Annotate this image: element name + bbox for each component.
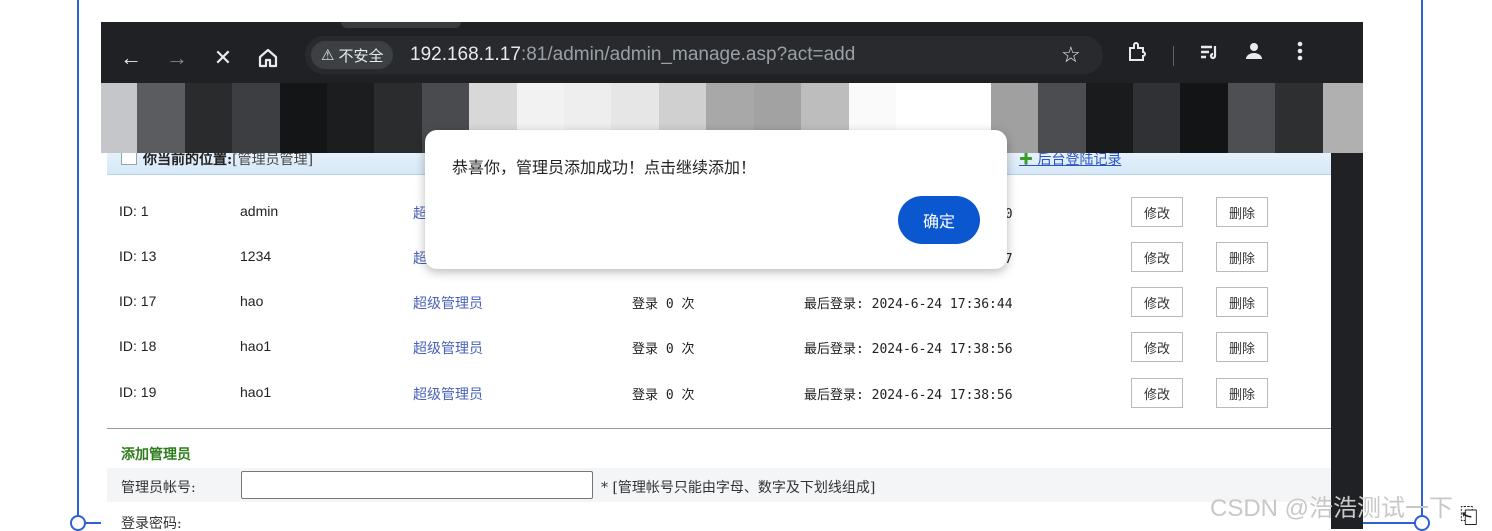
login-count: 登录 0 次 xyxy=(632,388,695,403)
home-icon[interactable] xyxy=(253,44,283,72)
mosaic-block xyxy=(1085,83,1133,153)
browser-toolbar: ← → ✕ ⚠ 不安全 192.168.1.17:81/admin/admin_… xyxy=(101,22,1363,92)
last-login: 最后登录: 2024-6-24 17:38:56 xyxy=(804,388,1013,403)
clipboard-icon[interactable]: ⎗ xyxy=(1460,503,1484,528)
tab-strip xyxy=(341,22,461,28)
profile-icon[interactable] xyxy=(1243,40,1265,62)
admin-name: hao xyxy=(240,293,264,309)
mosaic-block xyxy=(1180,83,1228,153)
browser-window: ← → ✕ ⚠ 不安全 192.168.1.17:81/admin/admin_… xyxy=(101,22,1363,529)
alert-message: 恭喜你，管理员添加成功！点击继续添加！ xyxy=(452,160,757,177)
breadcrumb-value: [管理员管理] xyxy=(232,152,314,168)
alert-dialog: 恭喜你，管理员添加成功！点击继续添加！ 确定 xyxy=(425,130,1007,269)
edit-button[interactable]: 修改 xyxy=(1131,378,1183,408)
edit-button[interactable]: 修改 xyxy=(1131,287,1183,317)
selection-frame-right xyxy=(1421,0,1423,524)
extensions-icon[interactable] xyxy=(1125,40,1149,64)
forward-icon[interactable]: → xyxy=(163,44,191,72)
password-row: 登录密码: xyxy=(107,504,1331,529)
account-hint: * [管理帐号只能由字母、数字及下划线组成] xyxy=(601,480,876,496)
account-input[interactable] xyxy=(241,471,593,499)
delete-button[interactable]: 删除 xyxy=(1216,242,1268,272)
account-label: 管理员帐号: xyxy=(121,480,196,496)
side-panel xyxy=(1331,92,1363,529)
delete-button[interactable]: 删除 xyxy=(1216,378,1268,408)
address-bar[interactable]: ⚠ 不安全 192.168.1.17:81/admin/admin_manage… xyxy=(305,36,1103,74)
edit-button[interactable]: 修改 xyxy=(1131,242,1183,272)
edit-button[interactable]: 修改 xyxy=(1131,332,1183,362)
edit-button[interactable]: 修改 xyxy=(1131,197,1183,227)
ok-button[interactable]: 确定 xyxy=(898,196,980,244)
admin-id: ID: 18 xyxy=(119,338,157,354)
mosaic-block xyxy=(137,83,185,153)
table-row: ID: 19 hao1 超级管理员 登录 0 次 最后登录: 2024-6-24 17:… xyxy=(107,370,1331,415)
admin-role[interactable]: 超级管理员 xyxy=(413,293,483,313)
menu-kebab-icon[interactable] xyxy=(1297,40,1303,62)
login-count: 登录 0 次 xyxy=(632,342,695,357)
admin-name: admin xyxy=(240,203,279,219)
url-host: 192.168.1.17 xyxy=(410,44,521,65)
mosaic-block xyxy=(374,83,422,153)
csdn-watermark: CSDN @浩浩测试一下 xyxy=(1210,495,1454,522)
last-login: 最后登录: 2024-6-24 17:38:56 xyxy=(804,342,1013,357)
add-admin-title: 添加管理员 xyxy=(121,447,191,463)
section-divider xyxy=(107,428,1331,429)
login-count: 登录 0 次 xyxy=(632,297,695,312)
password-label: 登录密码: xyxy=(121,516,182,529)
mosaic-block xyxy=(1038,83,1086,153)
back-icon[interactable]: ← xyxy=(117,44,145,72)
url-text[interactable]: 192.168.1.17:81/admin/admin_manage.asp?a… xyxy=(410,44,855,66)
plus-icon: ✚ xyxy=(1019,152,1033,168)
mosaic-block xyxy=(101,83,138,153)
delete-button[interactable]: 删除 xyxy=(1216,287,1268,317)
admin-role[interactable]: 超级管理员 xyxy=(413,338,483,358)
mosaic-block xyxy=(279,83,328,153)
security-chip[interactable]: ⚠ 不安全 xyxy=(311,41,394,69)
mosaic-block xyxy=(1275,83,1323,153)
security-label: 不安全 xyxy=(338,47,384,65)
admin-role[interactable]: 超级管理员 xyxy=(413,384,483,404)
close-icon[interactable]: ✕ xyxy=(209,44,237,72)
reading-list-icon[interactable] xyxy=(1197,40,1221,64)
toolbar-divider xyxy=(1173,46,1174,66)
account-row: 管理员帐号: * [管理帐号只能由字母、数字及下划线组成] xyxy=(107,468,1331,502)
selection-frame-left xyxy=(77,0,79,524)
admin-id: ID: 13 xyxy=(119,248,157,264)
delete-button[interactable]: 删除 xyxy=(1216,332,1268,362)
admin-id: ID: 17 xyxy=(119,293,157,309)
mosaic-block xyxy=(1322,83,1363,153)
last-login: 最后登录: 2024-6-24 17:36:44 xyxy=(804,297,1013,312)
mosaic-block xyxy=(1132,83,1181,153)
table-row: ID: 17 hao 超级管理员 登录 0 次 最后登录: 2024-6-24 17:3… xyxy=(107,279,1331,324)
warning-icon: ⚠ xyxy=(321,47,335,64)
mosaic-block xyxy=(232,83,280,153)
admin-id: ID: 1 xyxy=(119,203,149,219)
mosaic-block xyxy=(1227,83,1276,153)
mosaic-block xyxy=(184,83,233,153)
delete-button[interactable]: 删除 xyxy=(1216,197,1268,227)
admin-name: 1234 xyxy=(240,248,272,264)
url-path: :81/admin/admin_manage.asp?act=add xyxy=(520,44,856,65)
page-icon xyxy=(121,151,137,165)
mosaic-block xyxy=(327,83,375,153)
table-row: ID: 18 hao1 超级管理员 登录 0 次 最后登录: 2024-6-24 17:… xyxy=(107,324,1331,369)
admin-name: hao1 xyxy=(240,384,272,400)
bookmark-star-icon[interactable]: ☆ xyxy=(1061,42,1081,68)
admin-name: hao1 xyxy=(240,338,272,354)
admin-id: ID: 19 xyxy=(119,384,157,400)
